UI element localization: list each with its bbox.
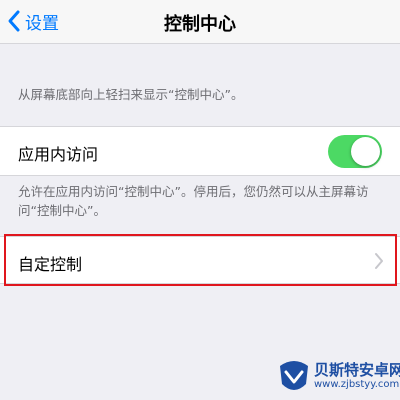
- page-title: 控制中心: [164, 14, 236, 35]
- access-within-apps-toggle[interactable]: [328, 135, 382, 168]
- chevron-right-icon: [375, 253, 383, 269]
- swipe-hint-text: 从屏幕底部向上轻扫来显示“控制中心”。: [18, 87, 244, 102]
- access-within-apps-row: 应用内访问: [0, 126, 400, 176]
- customize-controls-row[interactable]: 自定控制: [0, 236, 400, 284]
- customize-controls-label: 自定控制: [18, 255, 83, 274]
- toggle-knob: [351, 137, 380, 166]
- access-hint-text: 允许在应用内访问“控制中心”。停用后，您仍然可以从主屏幕访问“控制中心”。: [18, 184, 369, 218]
- access-within-apps-label: 应用内访问: [18, 145, 99, 164]
- watermark-url: www.zjbstyy.com: [314, 379, 400, 390]
- watermark-name: 贝斯特安卓网: [314, 361, 400, 379]
- watermark-logo-icon: [280, 361, 308, 390]
- watermark: 贝斯特安卓网 www.zjbstyy.com: [276, 356, 400, 396]
- navigation-bar: 设置 控制中心: [0, 0, 400, 44]
